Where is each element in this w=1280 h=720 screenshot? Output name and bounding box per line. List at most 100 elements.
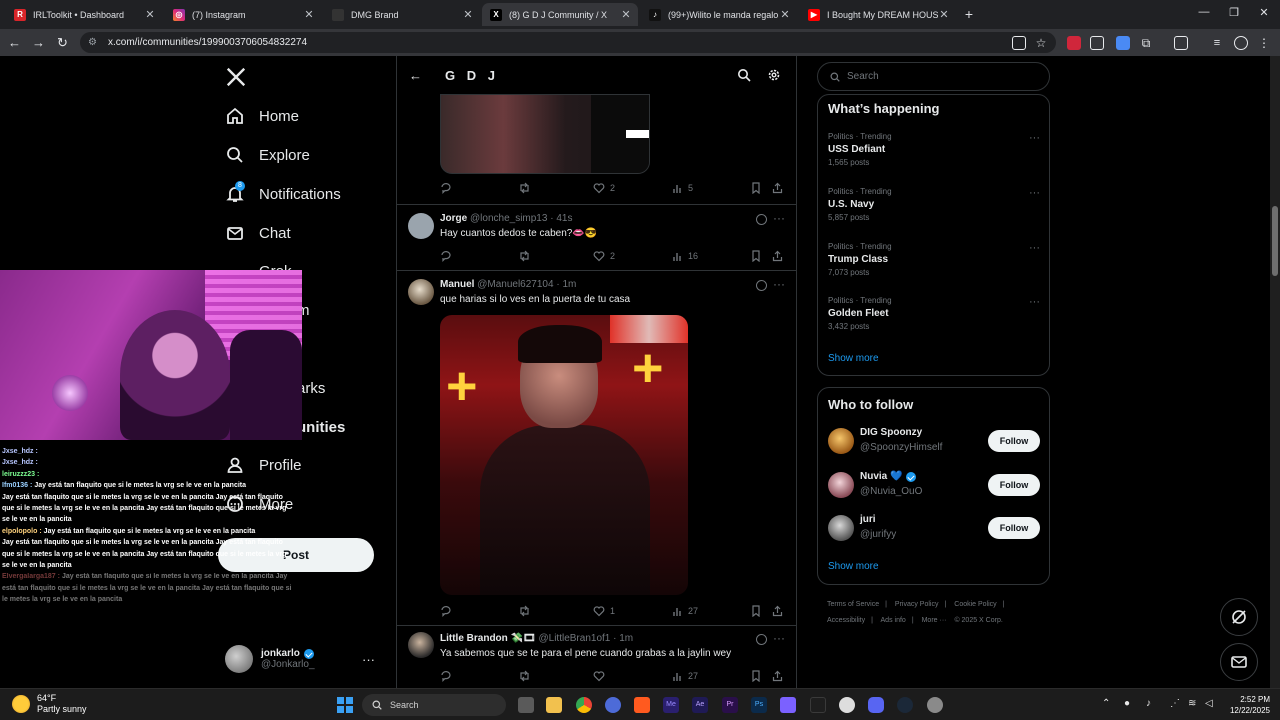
trend-item[interactable]: Politics · Trending Golden Fleet 3,432 pos… [828,296,1040,331]
grok-icon[interactable] [756,634,767,645]
extension-icon[interactable] [1116,36,1130,50]
grok-icon[interactable] [756,280,767,291]
cookie-link[interactable]: Cookie Policy [954,601,996,608]
views-button[interactable]: 5 [672,181,693,195]
search-icon[interactable] [737,68,751,82]
obs-icon[interactable] [605,697,621,713]
app-icon[interactable] [810,697,826,713]
new-tab-button[interactable]: + [960,6,978,22]
app-icon[interactable] [780,697,796,713]
tweet-author[interactable]: Manuel @Manuel627104 · 1m [440,279,576,290]
views-button[interactable]: 27 [672,669,698,683]
tweet[interactable]: Manuel @Manuel627104 · 1m ··· que harias… [397,271,796,626]
scrollbar-thumb[interactable] [1272,206,1278,276]
follow-suggestion[interactable]: Nuvia 💙 @Nuvia_OuO Follow [828,470,1040,500]
account-switcher[interactable]: jonkarlo @Jonkarlo_ ··· [225,642,385,676]
follow-button[interactable]: Follow [988,430,1040,452]
puzzle-icon[interactable]: ⧉ [1139,36,1153,50]
sidebar-item-chat[interactable]: Chat [225,221,291,245]
bookmark-button[interactable] [751,181,766,195]
more-dots-icon[interactable]: ··· [1029,242,1040,254]
follow-button[interactable]: Follow [988,474,1040,496]
share-button[interactable] [772,181,788,195]
forward-icon[interactable]: → [31,35,46,50]
site-info-icon[interactable]: ⚙ [88,37,100,48]
share-button[interactable] [772,669,788,683]
follow-suggestion[interactable]: juri @jurifyy Follow [828,513,1040,543]
premiere-icon[interactable]: Pr [722,697,738,713]
more-dots-icon[interactable]: ··· [773,277,785,291]
tweet-author[interactable]: Jorge @lonche_simp13 · 41s [440,213,572,224]
more-dots-icon[interactable]: ··· [362,652,375,667]
adblock-icon[interactable] [1067,36,1081,50]
more-link[interactable]: More ··· [922,617,947,624]
more-dots-icon[interactable]: ··· [773,631,785,645]
accessibility-link[interactable]: Accessibility [827,617,865,624]
trend-item[interactable]: Politics · Trending USS Defiant 1,565 post… [828,132,1040,167]
page-scrollbar[interactable] [1270,56,1280,688]
tab-tiktok[interactable]: ♪ (99+)Wilito le manda regalo a S ✕ [641,3,797,26]
reload-icon[interactable]: ↻ [55,35,70,50]
network-icon[interactable]: ⋰ [1170,698,1180,709]
more-dots-icon[interactable]: ··· [1029,296,1040,308]
tray-chevron-icon[interactable]: ⌃ [1102,698,1110,709]
messages-floating-button[interactable] [1220,643,1258,681]
discord-icon[interactable] [868,697,884,713]
show-more-link[interactable]: Show more [828,353,879,364]
tab-irltoolkit[interactable]: R IRLToolkit • Dashboard ✕ [6,3,162,26]
back-arrow-icon[interactable]: ← [409,68,423,83]
like-button[interactable]: 2 [593,249,615,263]
close-icon[interactable]: ✕ [938,8,950,21]
back-icon[interactable]: ← [7,35,22,50]
show-more-link[interactable]: Show more [828,561,879,572]
gear-icon[interactable] [767,68,781,82]
bookmark-star-icon[interactable]: ☆ [1034,36,1048,50]
app-icon[interactable] [839,697,855,713]
steam-icon[interactable] [897,697,913,713]
like-button[interactable]: 2 [593,181,615,195]
more-dots-icon[interactable]: ··· [1029,187,1040,199]
ads-info-link[interactable]: Ads info [881,617,906,624]
tweet-media[interactable]: + + [440,315,688,595]
x-logo-icon[interactable] [225,66,247,88]
grok-icon[interactable] [756,214,767,225]
taskbar-search[interactable]: Search [362,694,506,716]
close-icon[interactable]: ✕ [779,8,791,21]
avatar[interactable] [408,213,434,239]
windows-start-icon[interactable] [337,697,353,713]
speaker-icon[interactable]: ◁ [1205,698,1213,709]
like-button[interactable] [593,669,610,683]
repost-button[interactable] [518,181,536,195]
more-dots-icon[interactable]: ··· [773,211,785,225]
profile-icon[interactable] [1234,36,1248,50]
sidebar-item-notifications[interactable]: 8 Notifications [225,181,341,206]
address-bar[interactable]: ⚙ x.com/i/communities/199900370605483227… [80,32,1056,53]
close-icon[interactable]: ✕ [303,8,315,21]
sidebar-item-explore[interactable]: Explore [225,143,310,167]
close-icon[interactable]: ✕ [462,8,474,21]
close-icon[interactable]: ✕ [144,8,156,21]
reply-button[interactable] [440,604,457,618]
sidepanel-icon[interactable] [1174,36,1188,50]
app-icon[interactable] [634,697,650,713]
tweet-author[interactable]: Little Brandon 💸🎞 @LittleBran1of1 · 1m [440,633,633,644]
volume-icon[interactable]: ♪ [1146,698,1151,709]
more-dots-icon[interactable]: ··· [1029,132,1040,144]
privacy-link[interactable]: Privacy Policy [895,601,939,608]
install-app-icon[interactable] [1012,36,1026,50]
avatar[interactable] [408,279,434,305]
repost-button[interactable] [518,604,536,618]
sidebar-item-home[interactable]: Home [225,104,299,128]
bookmark-button[interactable] [751,669,766,683]
follow-button[interactable]: Follow [988,517,1040,539]
views-button[interactable]: 16 [672,249,698,263]
follow-suggestion[interactable]: DIG Spoonzy @SpoonzyHimself Follow [828,426,1040,456]
tweet[interactable]: Jorge @lonche_simp13 · 41s ··· Hay cuant… [397,205,796,271]
after-effects-icon[interactable]: Ae [692,697,708,713]
bookmark-button[interactable] [751,604,766,618]
grok-floating-button[interactable] [1220,598,1258,636]
repost-button[interactable] [518,249,536,263]
close-window-icon[interactable]: ✕ [1257,6,1271,19]
tab-gdj-community[interactable]: X (8) G D J Community / X ✕ [482,3,638,26]
trend-item[interactable]: Politics · Trending U.S. Navy 5,857 posts … [828,187,1040,222]
